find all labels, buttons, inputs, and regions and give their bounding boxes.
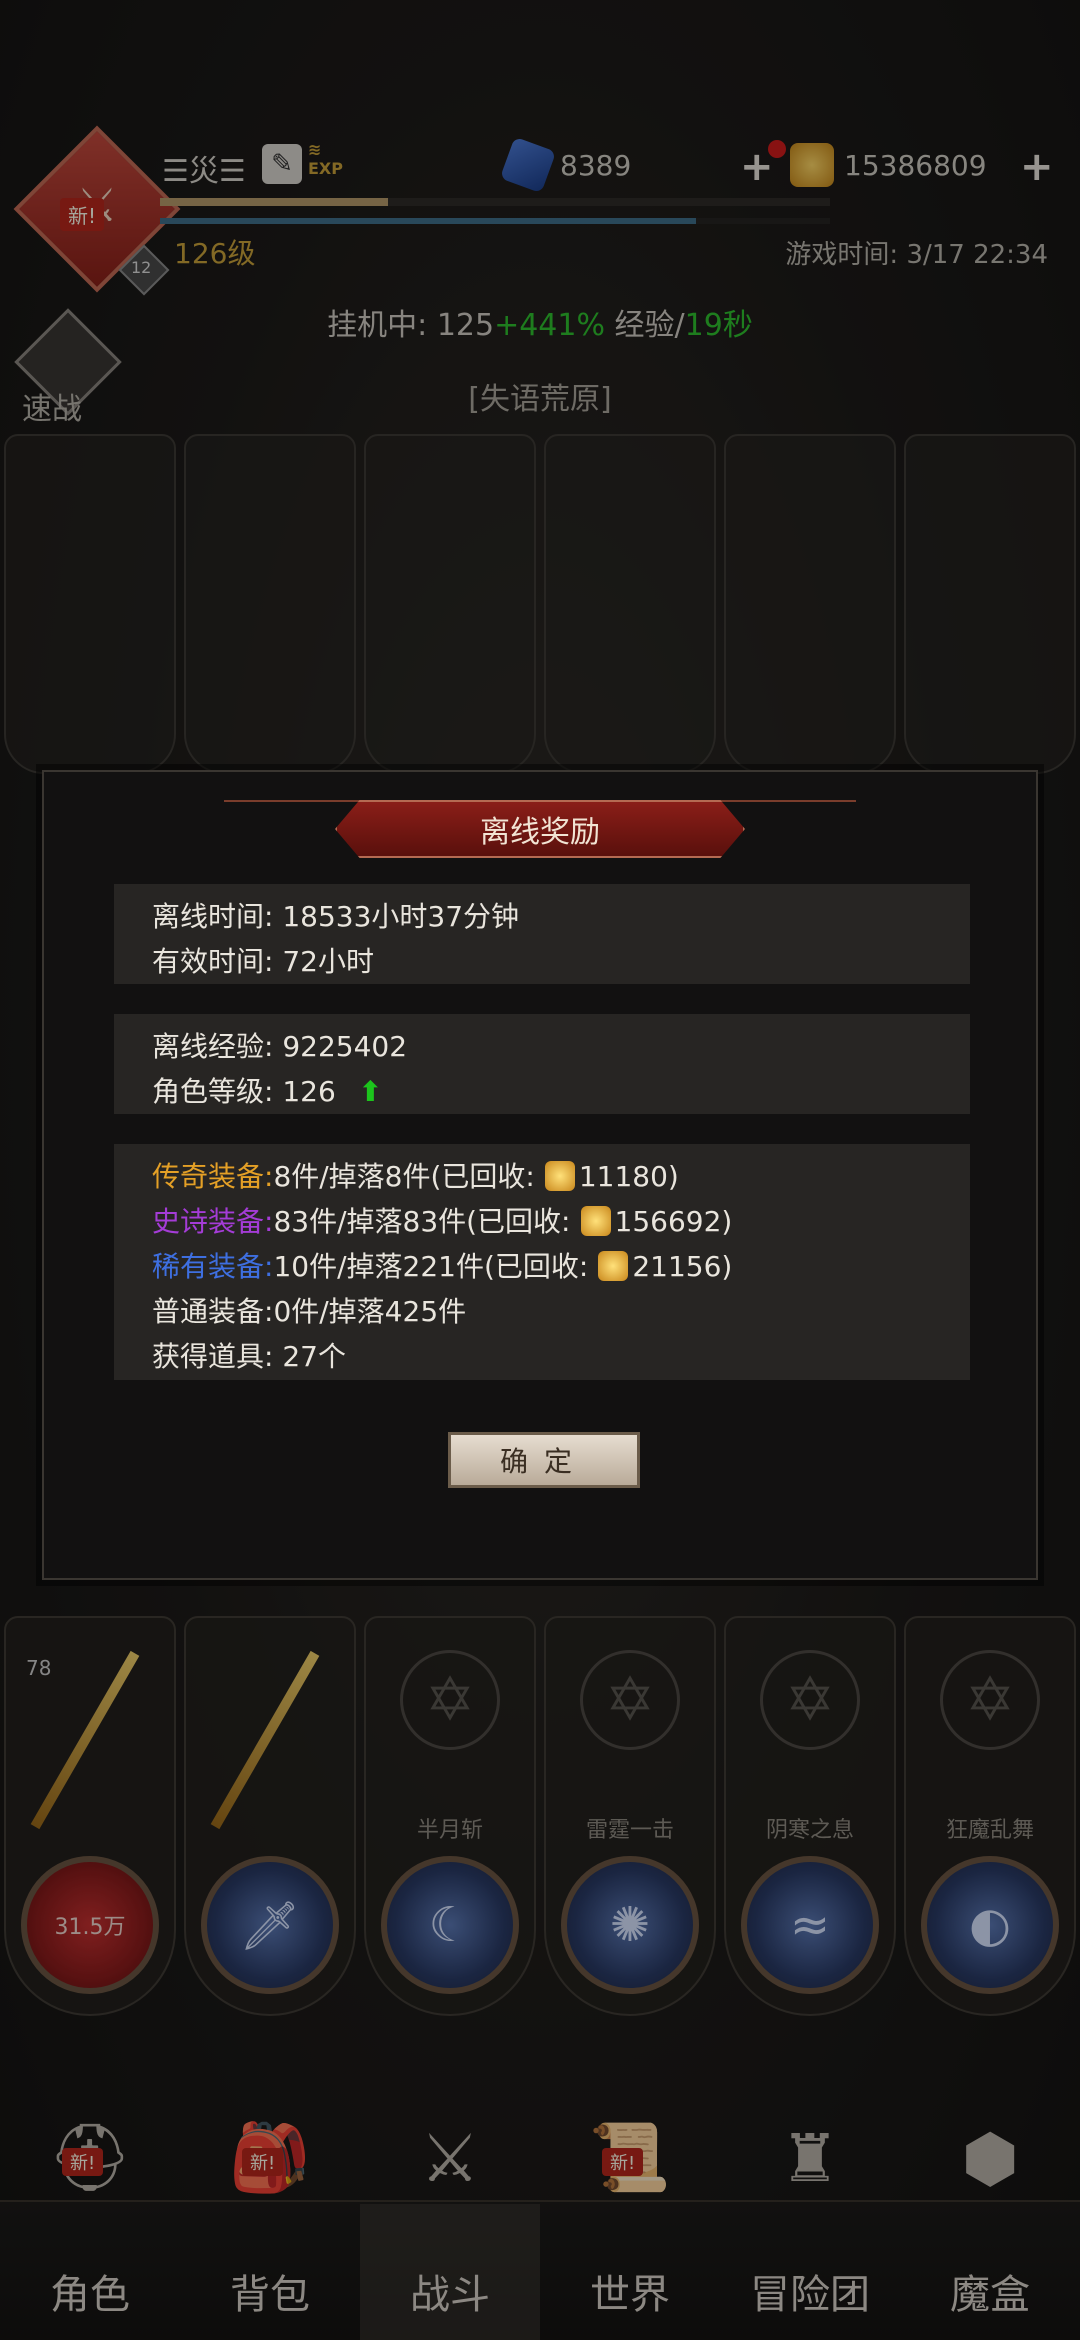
confirm-button[interactable]: 确定 <box>448 1432 640 1488</box>
char-level-label: 角色等级: <box>152 1075 274 1108</box>
legend-label: 传奇装备: <box>152 1160 274 1193</box>
valid-time-label: 有效时间: <box>152 945 274 978</box>
normal-label: 普通装备: <box>152 1295 274 1328</box>
items-label: 获得道具: <box>152 1340 274 1373</box>
dialog-title: 离线奖励 <box>335 800 745 858</box>
gold-coin-icon <box>580 1206 611 1236</box>
char-level-row: 角色等级: 126 ⬆ <box>152 1069 970 1114</box>
offline-time-value: 18533小时37分钟 <box>282 900 520 933</box>
offline-time-row: 离线时间: 18533小时37分钟 <box>152 894 970 939</box>
offline-reward-dialog: 离线奖励 离线时间: 18533小时37分钟 有效时间: 72小时 离线经验: … <box>42 770 1038 1580</box>
offline-exp-row: 离线经验: 9225402 <box>152 1024 970 1069</box>
offline-exp-value: 9225402 <box>282 1030 408 1063</box>
rare-label: 稀有装备: <box>152 1250 274 1283</box>
gold-coin-icon <box>544 1161 575 1191</box>
exp-panel: 离线经验: 9225402 角色等级: 126 ⬆ <box>114 1014 970 1114</box>
epic-text: 83件/掉落83件(已回收: <box>273 1205 571 1238</box>
dialog-title-wrap: 离线奖励 <box>44 800 1036 858</box>
items-row: 获得道具: 27个 <box>152 1334 970 1379</box>
gold-coin-icon <box>598 1251 629 1281</box>
equipment-panel: 传奇装备:8件/掉落8件(已回收: 11180) 史诗装备:83件/掉落83件(已… <box>114 1144 970 1380</box>
char-level-value: 126 <box>282 1075 336 1108</box>
rare-row: 稀有装备:10件/掉落221件(已回收: 21156) <box>152 1244 970 1289</box>
level-up-arrow-icon: ⬆ <box>358 1075 383 1108</box>
rare-gold: 21156) <box>632 1250 733 1283</box>
epic-gold: 156692) <box>614 1205 733 1238</box>
valid-time-row: 有效时间: 72小时 <box>152 939 970 984</box>
valid-time-value: 72小时 <box>282 945 374 978</box>
legend-text: 8件/掉落8件(已回收: <box>273 1160 535 1193</box>
epic-label: 史诗装备: <box>152 1205 274 1238</box>
legend-row: 传奇装备:8件/掉落8件(已回收: 11180) <box>152 1154 970 1199</box>
normal-row: 普通装备:0件/掉落425件 <box>152 1289 970 1334</box>
rare-text: 10件/掉落221件(已回收: <box>273 1250 589 1283</box>
epic-row: 史诗装备:83件/掉落83件(已回收: 156692) <box>152 1199 970 1244</box>
offline-time-label: 离线时间: <box>152 900 274 933</box>
items-text: 27个 <box>282 1340 346 1373</box>
offline-exp-label: 离线经验: <box>152 1030 274 1063</box>
legend-gold: 11180) <box>578 1160 679 1193</box>
time-panel: 离线时间: 18533小时37分钟 有效时间: 72小时 <box>114 884 970 984</box>
normal-text: 0件/掉落425件 <box>273 1295 467 1328</box>
